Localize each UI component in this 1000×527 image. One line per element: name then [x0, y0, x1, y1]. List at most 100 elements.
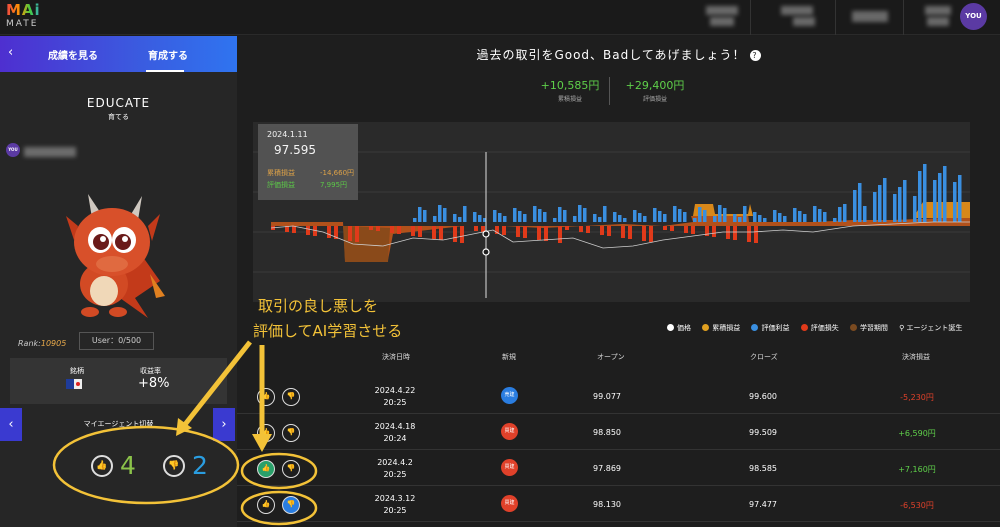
user-avatar[interactable]: YOU — [960, 3, 987, 30]
thumbs-down-icon[interactable]: 👎 — [282, 424, 300, 442]
profit-bar — [818, 209, 822, 222]
profit-bar — [498, 213, 502, 222]
settlement-date: 2024.4.22 — [374, 386, 416, 395]
loss-bar — [397, 226, 401, 234]
profit-bar — [443, 208, 447, 222]
tooltip-valuation-value: 7,995円 — [320, 181, 348, 189]
settlement-time: 20:25 — [383, 398, 407, 407]
loss-bar — [306, 226, 310, 235]
profit-bar — [523, 214, 527, 222]
profit-bar — [753, 212, 757, 222]
legend-label: エージェント誕生 — [906, 324, 963, 332]
loss-bar — [663, 226, 667, 230]
legend-item-valuation-loss[interactable]: 評価損失 — [800, 324, 839, 332]
profit-bar — [933, 180, 937, 222]
profit-bar — [858, 183, 862, 222]
thumbs-up-icon[interactable]: 👍 — [257, 460, 275, 478]
profit-bar — [453, 214, 457, 222]
close-price: 97.477 — [749, 500, 777, 509]
thumbs-down-icon[interactable]: 👎 — [163, 455, 185, 477]
open-price: 99.077 — [593, 392, 621, 401]
col-header-close: クローズ — [750, 353, 778, 361]
aud-jpy-flag-icon — [66, 379, 82, 389]
profit-bar — [458, 217, 462, 222]
thumbs-up-icon[interactable]: 👍 — [91, 455, 113, 477]
blurred-menu-item[interactable] — [793, 17, 815, 26]
loss-bar — [292, 226, 296, 233]
legend-item-training-period[interactable]: 学習期間 — [849, 324, 888, 332]
profit-bar — [478, 215, 482, 222]
valuation-pnl-label: 評価損益 — [642, 96, 667, 103]
help-icon[interactable]: ? — [749, 50, 761, 61]
legend-item-cumulative[interactable]: 累積損益 — [702, 324, 740, 332]
profit-bar — [658, 211, 662, 222]
profit-bar — [778, 213, 782, 222]
legend-item-price[interactable]: 価格 — [667, 324, 691, 332]
pnl-chart[interactable]: 2024.1.11 97.595 累積損益 -14,660円 評価損益 7,99… — [253, 122, 970, 302]
blurred-menu-item[interactable] — [710, 17, 734, 26]
thumbs-down-icon[interactable]: 👎 — [282, 496, 300, 514]
open-price: 97.869 — [593, 464, 621, 473]
loss-bar — [670, 226, 674, 231]
blurred-menu-item[interactable] — [852, 11, 888, 22]
tooltip-cumulative-label: 累積損益 — [267, 169, 295, 177]
profit-bar — [463, 206, 467, 222]
profit-bar — [543, 212, 547, 222]
profit-bar — [913, 196, 917, 222]
profit-bar — [878, 185, 882, 222]
loss-bar — [418, 226, 422, 237]
profit-bar — [598, 217, 602, 222]
loss-bar — [411, 226, 415, 236]
profit-bar — [698, 207, 702, 222]
thumbs-up-icon[interactable]: 👍 — [257, 388, 275, 406]
profit-bar — [898, 187, 902, 222]
loss-bar — [348, 226, 352, 241]
left-panel: ‹ 成績を見る 育成する EDUCATE 育てる YOU Rank:10905 … — [0, 36, 237, 527]
thumbs-down-icon[interactable]: 👎 — [282, 388, 300, 406]
chart-legend: 価格 累積損益 評価利益 評価損失 学習期間 ⚲ エージェント誕生 — [667, 323, 971, 333]
profit-bar — [718, 205, 722, 222]
profit-bar — [633, 210, 637, 222]
divider — [750, 0, 751, 35]
symbol-header: 銘柄 — [70, 367, 84, 375]
thumbs-down-icon[interactable]: 👎 — [282, 460, 300, 478]
profit-bar — [793, 208, 797, 222]
legend-label: 価格 — [677, 324, 691, 332]
valuation-pnl-value: +29,400円 — [625, 79, 685, 92]
settlement-date: 2024.4.2 — [377, 458, 413, 467]
divider — [903, 0, 904, 35]
table-row: 👍 👎 2024.4.22 20:25 売建 99.077 99.600 -5,230円 — [237, 378, 1000, 414]
profit-bar — [603, 206, 607, 222]
legend-label: 累積損益 — [712, 324, 741, 332]
profit-bar — [813, 206, 817, 222]
profit-bar — [538, 209, 542, 222]
pin-icon: ⚲ — [899, 324, 907, 332]
blurred-menu-item[interactable] — [706, 6, 738, 15]
loss-bar — [453, 226, 457, 242]
profit-bar — [738, 217, 742, 222]
legend-item-valuation-profit[interactable]: 評価利益 — [751, 324, 789, 332]
agent-switch-label: マイエージェント切替 — [83, 420, 154, 428]
close-price: 99.600 — [749, 392, 777, 401]
logo-subtext: MATE — [6, 19, 39, 29]
rank-value: 10905 — [40, 339, 67, 348]
mai-mate-logo[interactable]: MAi MATE — [6, 2, 46, 32]
blurred-menu-item[interactable] — [781, 6, 813, 15]
loss-bar — [726, 226, 730, 239]
chart-tooltip: 2024.1.11 97.595 累積損益 -14,660円 評価損益 7,99… — [258, 124, 358, 200]
loss-bar — [474, 226, 478, 231]
legend-item-agent-birth[interactable]: ⚲ エージェント誕生 — [899, 324, 962, 332]
loss-bar — [460, 226, 464, 243]
side-badge: 売建 — [501, 387, 518, 404]
thumbs-up-icon[interactable]: 👍 — [257, 424, 275, 442]
profit-bar — [433, 216, 437, 222]
loss-bar — [747, 226, 751, 242]
legend-label: 評価損失 — [810, 324, 839, 332]
profit-bar — [493, 210, 497, 222]
thumbs-up-icon[interactable]: 👍 — [257, 496, 275, 514]
loss-bar — [684, 226, 688, 233]
profit-bar — [533, 206, 537, 222]
next-agent-button[interactable]: › — [213, 408, 235, 441]
close-price: 99.509 — [749, 428, 777, 437]
divider — [835, 0, 836, 35]
